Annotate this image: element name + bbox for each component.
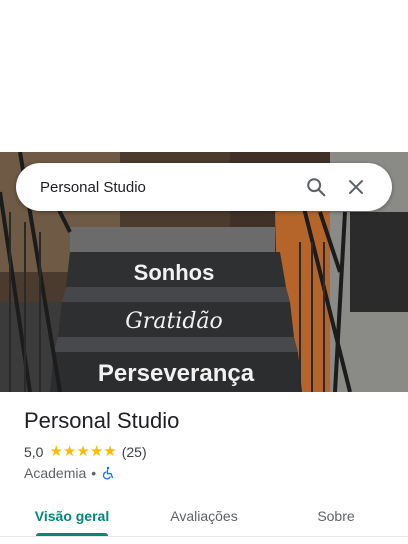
place-title: Personal Studio — [24, 408, 180, 433]
rating-row[interactable]: 5,0 ★ ★ ★ ★ ★ (25) — [24, 444, 147, 461]
wheelchair-accessible-icon — [101, 466, 115, 480]
category-row: Academia • — [24, 465, 115, 481]
star-icon: ★ — [103, 443, 117, 460]
rating-stars: ★ ★ ★ ★ ★ — [49, 444, 116, 460]
tab-reviews[interactable]: Avaliações — [150, 496, 258, 536]
tab-about[interactable]: Sobre — [282, 496, 390, 536]
star-icon: ★ — [62, 443, 77, 460]
review-count[interactable]: (25) — [122, 444, 147, 460]
star-icon: ★ — [89, 443, 104, 460]
search-input[interactable]: Personal Studio — [40, 179, 296, 196]
step-word-sonhos: Sonhos — [134, 260, 215, 285]
place-category: Academia — [24, 465, 87, 481]
step-word-gratidao: Gratidão — [125, 309, 223, 334]
search-icon[interactable] — [296, 167, 336, 207]
close-icon[interactable] — [336, 167, 376, 207]
rating-value: 5,0 — [24, 444, 44, 460]
tab-divider — [0, 536, 408, 537]
tab-bar: Visão geral Avaliações Sobre — [0, 496, 408, 536]
star-icon: ★ — [49, 443, 63, 460]
search-bar[interactable]: Personal Studio — [16, 163, 392, 211]
step-word-perseveranca: Perseverança — [98, 360, 255, 387]
tab-overview[interactable]: Visão geral — [18, 496, 126, 536]
separator-dot: • — [91, 465, 97, 481]
star-icon: ★ — [76, 443, 90, 460]
